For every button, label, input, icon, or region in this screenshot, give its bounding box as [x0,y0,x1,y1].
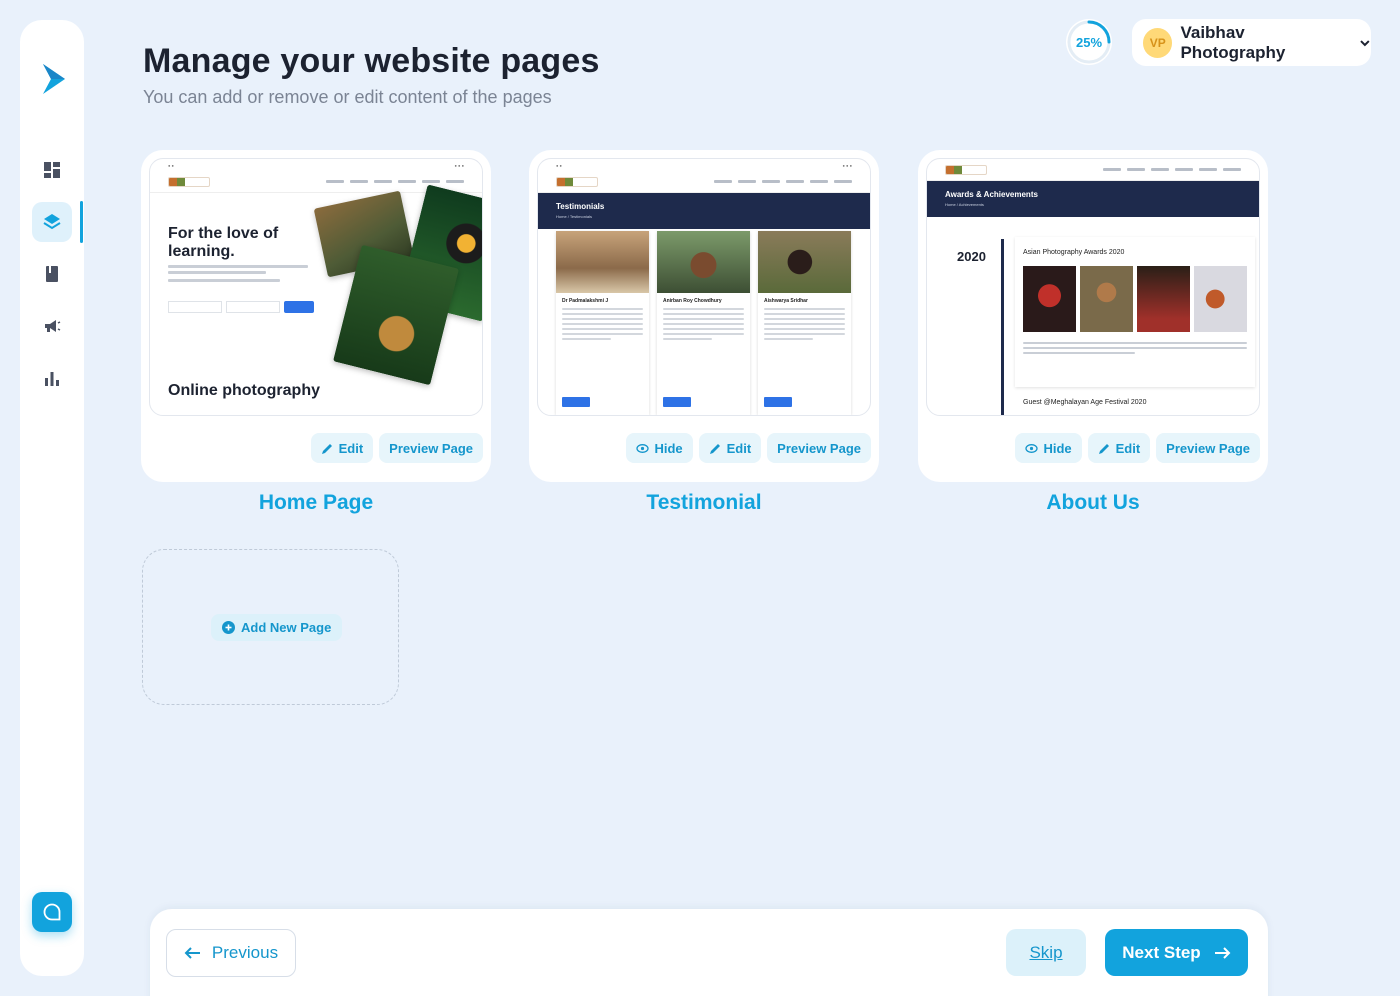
preview-topbar: ● ● ● ● ● [556,162,852,168]
preview-logo [556,176,598,187]
preview-award-card: Asian Photography Awards 2020 [1015,237,1255,387]
avatar: VP [1143,27,1173,58]
page-actions: Hide Edit Preview Page [1015,433,1260,463]
sidebar-item-dashboard[interactable] [32,150,72,190]
plus-circle-icon [222,621,235,634]
sidebar [20,20,84,976]
page-actions: Hide Edit Preview Page [626,433,871,463]
pencil-icon [321,443,332,454]
dashboard-icon [44,162,60,178]
preview-nav [538,171,870,193]
edit-button[interactable]: Edit [310,433,374,463]
sidebar-item-pages[interactable] [32,202,72,242]
progress-label: 25% [1075,34,1103,50]
preview-hero-text [168,265,308,285]
active-indicator [80,201,83,243]
testimonial-card: Dr Padmalakshmi J [556,231,649,415]
chat-button[interactable] [32,892,72,932]
testimonial-card: Anirban Roy Chowdhury [657,231,750,415]
add-page-card[interactable]: Add New Page [142,549,399,705]
eye-icon [636,443,650,453]
preview-nav [927,159,1259,181]
bar-chart-icon [45,372,59,386]
progress-ring: 25% [1066,19,1112,65]
account-switcher[interactable]: VP Vaibhav Photography [1132,19,1371,66]
preview-timeline [1001,239,1004,415]
page-title-home[interactable]: Home Page [141,491,491,515]
testimonial-card: Aishwarya Sridhar [758,231,851,415]
page-actions: Edit Preview Page [310,433,483,463]
next-step-button[interactable]: Next Step [1105,929,1248,976]
hide-button[interactable]: Hide [1015,433,1082,463]
megaphone-icon [45,320,61,332]
chevron-down-icon [1360,39,1370,46]
page-preview-testimonial[interactable]: ● ● ● ● ● Testimonials Home / Testimonial… [537,158,871,416]
page-card-home: ● ● ● ● ● For the love of learning. Onlin… [141,150,491,482]
preview-banner: Awards & Achievements Home / Achievement… [927,181,1259,217]
page-preview-about[interactable]: Awards & Achievements Home / Achievement… [926,158,1260,416]
pencil-icon [709,443,720,454]
page-title-about[interactable]: About Us [918,491,1268,515]
pencil-icon [1098,443,1109,454]
previous-button[interactable]: Previous [166,929,296,977]
page-subtitle: You can add or remove or edit content of… [143,87,552,107]
layers-icon [43,214,61,230]
skip-button[interactable]: Skip [1006,929,1086,976]
page-card-about: Awards & Achievements Home / Achievement… [918,150,1268,482]
sidebar-item-analytics[interactable] [32,358,72,398]
preview-logo [168,176,210,187]
eye-icon [1025,443,1039,453]
preview-logo [945,164,987,175]
preview-page-button[interactable]: Preview Page [767,433,871,463]
page-card-testimonial: ● ● ● ● ● Testimonials Home / Testimonial… [529,150,879,482]
chat-icon [43,903,61,921]
preview-topbar: ● ● ● ● ● [168,162,464,168]
hide-button[interactable]: Hide [626,433,693,463]
footer-bar: Previous Skip Next Step [150,909,1268,996]
account-name: Vaibhav Photography [1180,22,1286,62]
arrow-left-icon [184,947,200,959]
page-title: Manage your website pages [143,42,600,80]
preview-page-button[interactable]: Preview Page [1156,433,1260,463]
arrow-right-icon [1214,946,1231,959]
preview-year: 2020 [957,249,986,264]
page-preview-home[interactable]: ● ● ● ● ● For the love of learning. Onlin… [149,158,483,416]
book-icon [46,266,58,282]
preview-next-item: Guest @Meghalayan Age Festival 2020 [1023,399,1147,406]
edit-button[interactable]: Edit [1087,433,1151,463]
preview-hero-footer: Online photography [168,382,320,399]
page-title-testimonial[interactable]: Testimonial [529,491,879,515]
logo-icon[interactable] [41,64,67,94]
preview-subscribe-form [168,301,314,313]
sidebar-item-content[interactable] [32,254,72,294]
preview-page-button[interactable]: Preview Page [379,433,483,463]
add-new-page-button[interactable]: Add New Page [211,614,343,641]
edit-button[interactable]: Edit [698,433,762,463]
sidebar-item-marketing[interactable] [32,306,72,346]
preview-banner: Testimonials Home / Testimonials [538,193,870,229]
preview-hero-heading: For the love of learning. [168,225,279,260]
